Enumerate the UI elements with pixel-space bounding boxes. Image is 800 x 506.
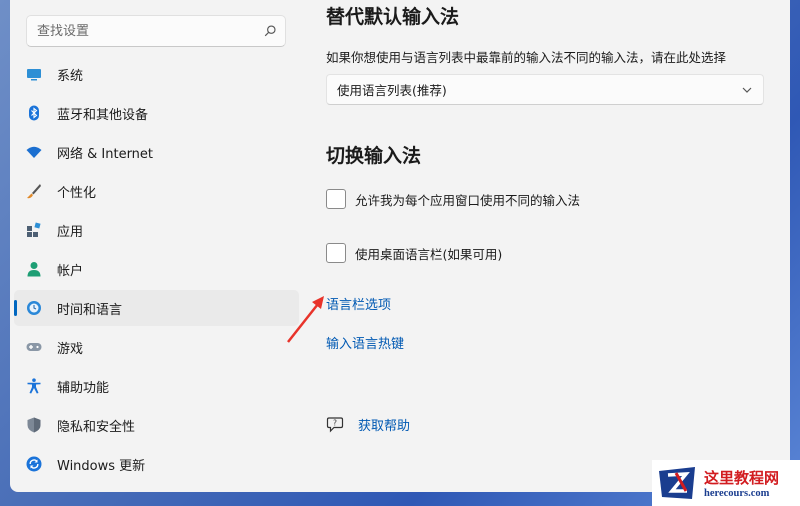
get-help-link[interactable]: 获取帮助 bbox=[358, 415, 410, 434]
windows-update-icon bbox=[26, 456, 42, 472]
sidebar-item-bluetooth[interactable]: 蓝牙和其他设备 bbox=[14, 95, 299, 131]
switch-input-title: 切换输入法 bbox=[326, 145, 422, 167]
override-input-select[interactable]: 使用语言列表(推荐) bbox=[326, 74, 764, 105]
apps-icon bbox=[26, 222, 42, 238]
svg-text:?: ? bbox=[333, 418, 337, 427]
watermark-badge: 这里教程网 herecours.com bbox=[652, 460, 800, 506]
sidebar-item-time-language[interactable]: 时间和语言 bbox=[14, 290, 299, 326]
search-box[interactable] bbox=[26, 15, 286, 47]
brush-icon bbox=[26, 183, 42, 199]
sidebar-item-privacy[interactable]: 隐私和安全性 bbox=[14, 407, 299, 443]
accessibility-icon bbox=[26, 378, 42, 394]
sidebar-item-apps[interactable]: 应用 bbox=[14, 212, 299, 248]
sidebar-item-accessibility[interactable]: 辅助功能 bbox=[14, 368, 299, 404]
sidebar-item-label: 帐户 bbox=[57, 263, 84, 279]
chevron-down-icon bbox=[742, 87, 752, 93]
gamepad-icon bbox=[26, 339, 42, 355]
watermark-url: herecours.com bbox=[704, 488, 770, 499]
per-app-input-checkbox[interactable] bbox=[326, 189, 346, 209]
sidebar-item-label: 游戏 bbox=[57, 341, 84, 357]
sidebar-nav: 系统 蓝牙和其他设备 网络 & Internet 个性化 应用 帐户 时间和语言… bbox=[14, 56, 299, 485]
shield-icon bbox=[26, 417, 42, 433]
override-input-select-value: 使用语言列表(推荐) bbox=[337, 83, 447, 98]
language-bar-options-link[interactable]: 语言栏选项 bbox=[326, 294, 391, 313]
desktop-language-bar-label: 使用桌面语言栏(如果可用) bbox=[355, 246, 503, 262]
sidebar-item-network[interactable]: 网络 & Internet bbox=[14, 134, 299, 170]
input-language-hotkeys-link[interactable]: 输入语言热键 bbox=[326, 333, 404, 352]
system-display-icon bbox=[26, 66, 42, 82]
account-icon bbox=[26, 261, 42, 277]
override-input-description: 如果你想使用与语言列表中最靠前的输入法不同的输入法，请在此处选择 bbox=[326, 50, 727, 65]
bluetooth-icon bbox=[26, 105, 42, 121]
per-app-input-label: 允许我为每个应用窗口使用不同的输入法 bbox=[355, 192, 581, 208]
watermark-name: 这里教程网 bbox=[704, 469, 780, 487]
get-help-row[interactable]: ? 获取帮助 bbox=[326, 415, 410, 434]
sidebar-item-gaming[interactable]: 游戏 bbox=[14, 329, 299, 365]
help-chat-icon: ? bbox=[326, 416, 344, 432]
sidebar-item-label: 时间和语言 bbox=[57, 302, 123, 318]
search-input[interactable] bbox=[37, 23, 263, 39]
sidebar-item-system[interactable]: 系统 bbox=[14, 56, 299, 92]
override-input-title: 替代默认输入法 bbox=[326, 6, 460, 28]
annotation-arrow bbox=[287, 296, 324, 343]
sidebar-item-windows-update[interactable]: Windows 更新 bbox=[14, 446, 299, 482]
sidebar-item-label: 应用 bbox=[57, 224, 84, 240]
sidebar-item-label: 系统 bbox=[57, 68, 84, 84]
globe-clock-icon bbox=[26, 300, 42, 316]
site-logo-icon bbox=[659, 467, 695, 499]
search-icon[interactable] bbox=[263, 24, 277, 38]
sidebar-item-personalization[interactable]: 个性化 bbox=[14, 173, 299, 209]
sidebar-item-label: 网络 & Internet bbox=[57, 146, 154, 162]
sidebar-item-label: Windows 更新 bbox=[57, 458, 146, 474]
sidebar-item-label: 辅助功能 bbox=[57, 380, 110, 396]
sidebar-item-label: 蓝牙和其他设备 bbox=[57, 107, 149, 123]
sidebar-item-label: 隐私和安全性 bbox=[57, 419, 136, 435]
wifi-icon bbox=[26, 144, 42, 160]
sidebar-item-label: 个性化 bbox=[57, 185, 97, 201]
settings-window: 系统 蓝牙和其他设备 网络 & Internet 个性化 应用 bbox=[10, 0, 790, 492]
desktop-language-bar-checkbox[interactable] bbox=[326, 243, 346, 263]
per-app-input-checkbox-row[interactable]: 允许我为每个应用窗口使用不同的输入法 bbox=[326, 189, 580, 209]
sidebar-item-accounts[interactable]: 帐户 bbox=[14, 251, 299, 287]
desktop-language-bar-checkbox-row[interactable]: 使用桌面语言栏(如果可用) bbox=[326, 243, 502, 263]
